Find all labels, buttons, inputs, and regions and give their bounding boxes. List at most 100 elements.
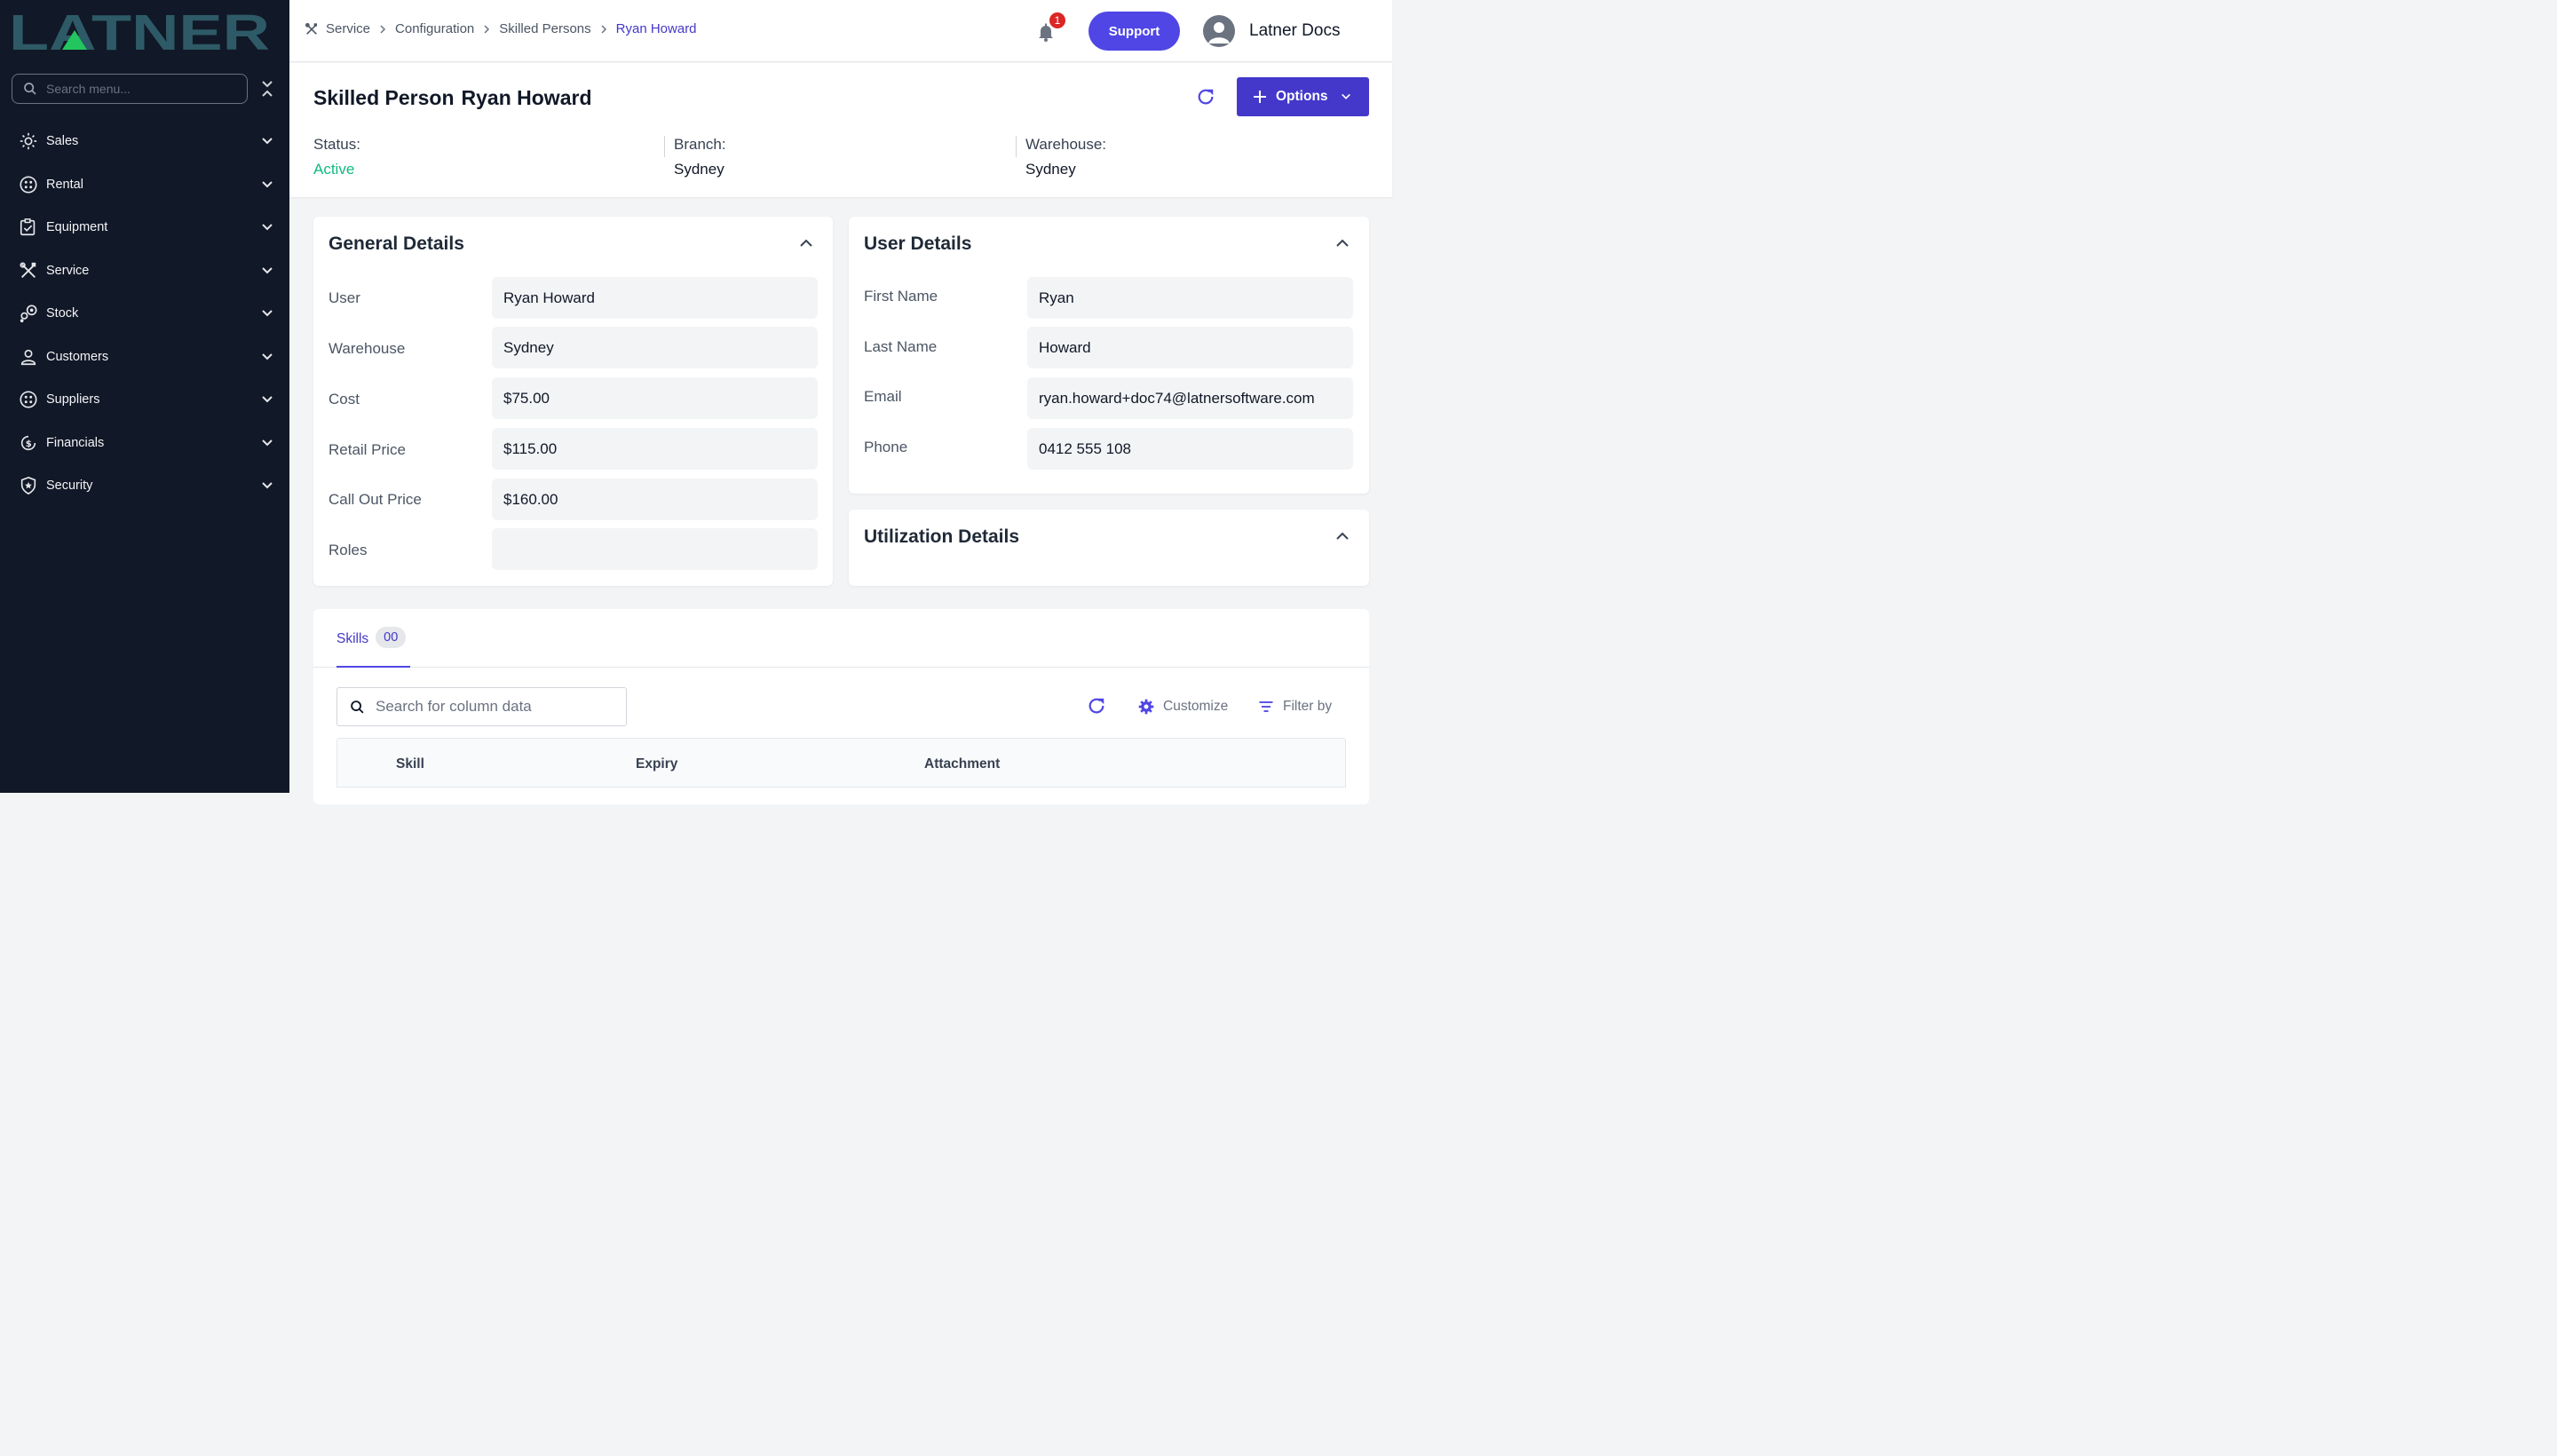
status-stat: Status: Active [313, 136, 360, 178]
security-icon [18, 475, 39, 496]
sidebar-item-label: Customers [46, 349, 109, 364]
chevron-down-icon [262, 439, 273, 446]
first-name-label: First Name [864, 288, 938, 305]
column-header-expiry[interactable]: Expiry [636, 756, 677, 772]
filter-by-button[interactable]: Filter by [1257, 698, 1332, 716]
branch-label: Branch: [674, 136, 726, 153]
refresh-icon [1089, 698, 1104, 714]
skills-table-header: Skill Expiry Attachment [336, 738, 1346, 787]
sidebar-item-security[interactable]: Security [0, 464, 289, 508]
sidebar-item-label: Service [46, 263, 90, 278]
retail-price-field[interactable]: $115.00 [492, 428, 818, 470]
column-search-placeholder: Search for column data [376, 698, 532, 715]
sidebar-nav: Sales Rental Equipment Service Stock Cus… [0, 120, 289, 508]
first-name-field[interactable]: Ryan [1027, 277, 1353, 319]
user-details-title: User Details [864, 233, 972, 254]
chevron-down-icon [262, 352, 273, 360]
chevron-down-icon [262, 138, 273, 145]
warehouse-stat: Warehouse: Sydney [1025, 136, 1106, 178]
chevron-up-icon[interactable] [1335, 238, 1350, 249]
roles-field[interactable] [492, 528, 818, 570]
sidebar-search-input[interactable]: Search menu... [12, 74, 248, 104]
user-name[interactable]: Latner Docs [1249, 21, 1340, 41]
chevron-right-icon [380, 24, 386, 34]
call-out-price-field[interactable]: $160.00 [492, 479, 818, 520]
sidebar-item-sales[interactable]: Sales [0, 120, 289, 163]
avatar[interactable] [1203, 15, 1235, 47]
tab-skills[interactable]: Skills 00 [336, 627, 410, 668]
column-search-input[interactable]: Search for column data [336, 687, 627, 726]
cost-label: Cost [329, 391, 360, 408]
sidebar-item-stock[interactable]: Stock [0, 292, 289, 336]
branch-stat: Branch: Sydney [674, 136, 726, 178]
chevron-down-icon [262, 310, 273, 317]
breadcrumb: Service Configuration Skilled Persons Ry… [305, 21, 697, 36]
service-icon [305, 22, 317, 35]
sidebar-item-rental[interactable]: Rental [0, 163, 289, 207]
page-title-prefix: Skilled Person [313, 86, 455, 109]
sidebar-item-service[interactable]: Service [0, 249, 289, 293]
customers-icon [18, 346, 39, 368]
gear-icon [1138, 699, 1154, 715]
sidebar-item-label: Equipment [46, 220, 108, 235]
chevron-right-icon [484, 24, 490, 34]
stat-divider [1016, 136, 1017, 157]
cost-field[interactable]: $75.00 [492, 377, 818, 419]
user-details-card: User Details First Name Ryan Last Name H… [849, 217, 1369, 494]
utilization-details-card: Utilization Details [849, 510, 1369, 586]
page-title: Skilled Person Ryan Howard [313, 86, 592, 110]
column-header-attachment[interactable]: Attachment [924, 756, 1000, 772]
svg-text:$: $ [26, 439, 32, 449]
chevron-up-icon[interactable] [799, 238, 813, 249]
collapse-all-icon[interactable] [258, 78, 276, 99]
logo-text: LATNER [9, 11, 270, 53]
last-name-label: Last Name [864, 338, 938, 355]
sidebar-item-label: Financials [46, 435, 105, 450]
tab-skills-label: Skills [336, 631, 369, 646]
sidebar-item-financials[interactable]: $ Financials [0, 422, 289, 465]
suppliers-icon [18, 389, 39, 410]
user-label: User [329, 289, 360, 306]
warehouse-label: Warehouse: [1025, 136, 1107, 153]
warehouse-field[interactable]: Sydney [492, 327, 818, 368]
search-icon [24, 83, 36, 95]
warehouse-field-label: Warehouse [329, 340, 406, 357]
equipment-icon [18, 217, 39, 238]
call-out-price-label: Call Out Price [329, 491, 422, 508]
table-refresh-button[interactable] [1087, 696, 1114, 716]
customize-button[interactable]: Customize [1137, 698, 1228, 716]
user-field[interactable]: Ryan Howard [492, 277, 818, 319]
chevron-right-icon [601, 24, 606, 34]
column-header-skill[interactable]: Skill [396, 756, 424, 772]
sidebar-item-label: Security [46, 479, 93, 494]
refresh-icon[interactable] [1196, 87, 1215, 107]
phone-label: Phone [864, 439, 908, 455]
breadcrumb-service[interactable]: Service [326, 21, 370, 36]
sidebar-item-label: Stock [46, 306, 79, 321]
latner-logo[interactable]: LATNER [9, 4, 272, 61]
financials-icon: $ [18, 432, 39, 454]
status-label: Status: [313, 136, 360, 153]
top-bar: Service Configuration Skilled Persons Ry… [289, 0, 1392, 62]
breadcrumb-current: Ryan Howard [615, 21, 697, 36]
breadcrumb-configuration[interactable]: Configuration [395, 21, 474, 36]
roles-label: Roles [329, 542, 368, 558]
chevron-up-icon[interactable] [1335, 531, 1350, 542]
status-badge: Active [313, 161, 355, 178]
breadcrumb-skilled-persons[interactable]: Skilled Persons [499, 21, 590, 36]
sidebar: LATNER Search menu... Sales Rental Equip… [0, 0, 289, 793]
page-title-name: Ryan Howard [461, 86, 592, 109]
sidebar-item-suppliers[interactable]: Suppliers [0, 378, 289, 422]
email-label: Email [864, 388, 902, 405]
options-button[interactable]: Options [1237, 77, 1369, 116]
sidebar-item-customers[interactable]: Customers [0, 336, 289, 379]
last-name-field[interactable]: Howard [1027, 327, 1353, 368]
general-details-card: General Details User Ryan Howard Warehou… [313, 217, 833, 586]
support-button[interactable]: Support [1089, 12, 1180, 51]
user-avatar-icon [1208, 22, 1230, 44]
phone-field[interactable]: 0412 555 108 [1027, 428, 1353, 470]
email-field[interactable]: ryan.howard+doc74@latnersoftware.com [1027, 377, 1353, 419]
chevron-down-icon [262, 396, 273, 403]
chevron-down-icon [262, 180, 273, 187]
sidebar-item-equipment[interactable]: Equipment [0, 206, 289, 249]
